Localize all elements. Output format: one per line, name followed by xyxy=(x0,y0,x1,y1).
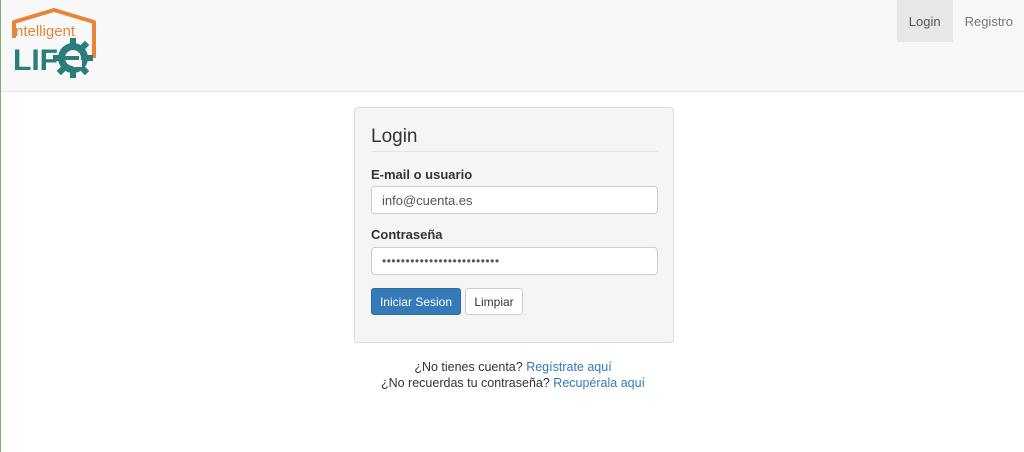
register-prompt: ¿No tienes cuenta? Regístrate aquí xyxy=(1,360,1024,374)
svg-text:ntelligent: ntelligent xyxy=(15,23,76,40)
navbar: ntelligent LIF Login Registro xyxy=(1,0,1024,92)
password-value: ••••••••••••••••••••••••• xyxy=(382,254,500,268)
email-value: info@cuenta.es xyxy=(382,192,473,208)
recover-prompt: ¿No recuerdas tu contraseña? Recupérala … xyxy=(1,376,1024,390)
logo-icon: ntelligent LIF xyxy=(12,8,96,78)
forgot-password-text: ¿No recuerdas tu contraseña? xyxy=(380,376,550,390)
register-link[interactable]: Regístrate aquí xyxy=(526,360,611,374)
recover-password-link[interactable]: Recupérala aquí xyxy=(553,376,645,390)
nav-links: Login Registro xyxy=(896,0,1024,42)
password-label: Contraseña xyxy=(371,227,443,242)
page: ntelligent LIF Login Registro Login E-ma… xyxy=(0,0,1024,452)
password-input[interactable]: ••••••••••••••••••••••••• xyxy=(371,247,658,275)
logo-life-text: LIF xyxy=(13,44,58,77)
login-title: Login xyxy=(371,126,658,152)
intelligent-life-logo[interactable]: ntelligent LIF xyxy=(9,8,99,82)
nav-login-link[interactable]: Login xyxy=(896,0,953,42)
nav-register-link[interactable]: Registro xyxy=(953,0,1024,42)
email-label: E-mail o usuario xyxy=(371,167,473,182)
no-account-text: ¿No tienes cuenta? xyxy=(414,360,523,374)
login-panel: Login E-mail o usuario info@cuenta.es Co… xyxy=(354,107,674,343)
email-input[interactable]: info@cuenta.es xyxy=(371,186,658,214)
clear-button[interactable]: Limpiar xyxy=(465,288,523,315)
login-submit-button[interactable]: Iniciar Sesion xyxy=(371,288,461,315)
